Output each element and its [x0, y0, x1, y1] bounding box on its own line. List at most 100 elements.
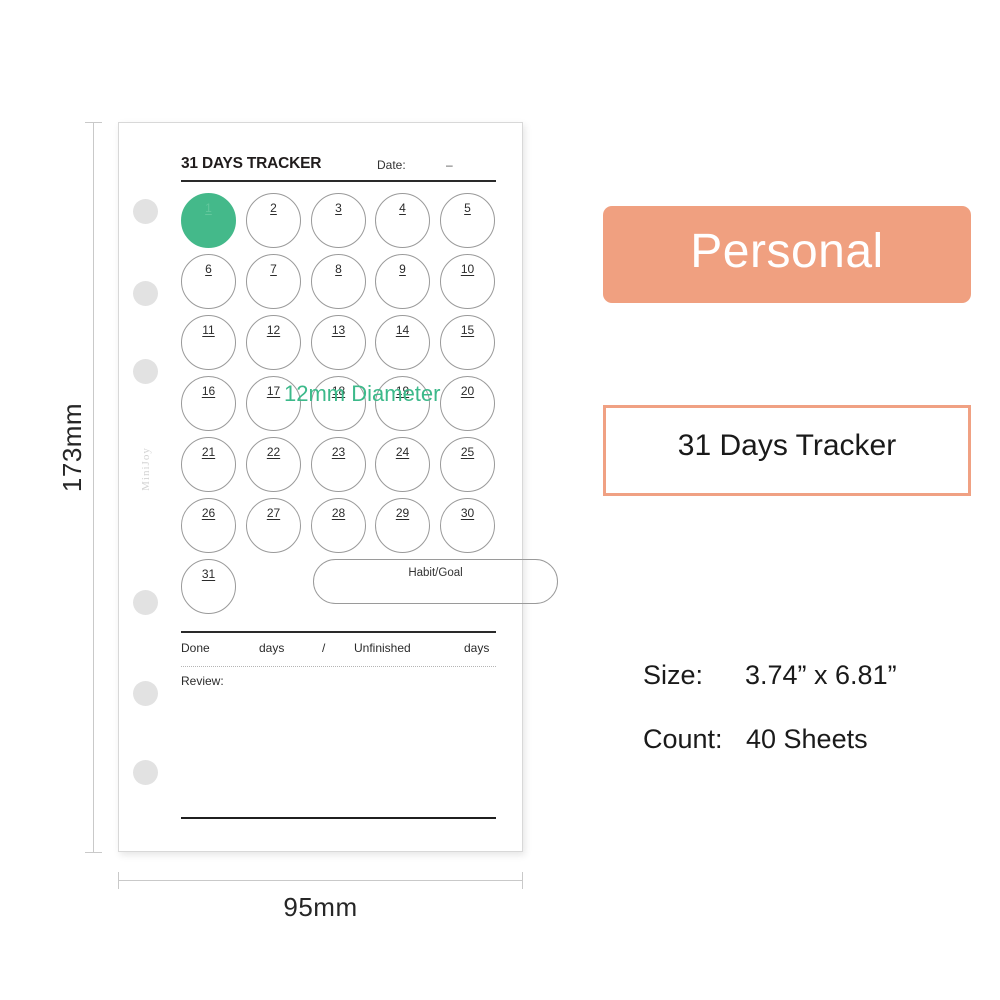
day-number: 12 [266, 323, 281, 337]
diameter-callout: 12mm Diameter [284, 381, 441, 406]
day-circle-13[interactable]: 13 [311, 315, 366, 370]
day-number: 1 [205, 201, 212, 215]
day-number: 5 [464, 201, 471, 215]
day-circle-15[interactable]: 15 [440, 315, 495, 370]
day-circle-6[interactable]: 6 [181, 254, 236, 309]
spec-size-value: 3.74” x 6.81” [745, 660, 897, 690]
day-circle-2[interactable]: 2 [246, 193, 301, 248]
day-circle-3[interactable]: 3 [311, 193, 366, 248]
done-label: Done [181, 641, 210, 655]
day-circle-9[interactable]: 9 [375, 254, 430, 309]
day-circle-8[interactable]: 8 [311, 254, 366, 309]
day-circle-14[interactable]: 14 [375, 315, 430, 370]
habit-goal-label: Habit/Goal [408, 567, 463, 579]
day-number: 10 [460, 262, 475, 276]
spec-size-key: Size: [643, 660, 704, 690]
day-circle-25[interactable]: 25 [440, 437, 495, 492]
summary-rule [181, 631, 496, 633]
date-label: Date: [377, 158, 406, 172]
review-label: Review: [181, 674, 224, 688]
day-number: 6 [205, 262, 212, 276]
brand-watermark: MiniJoy [140, 447, 152, 491]
day-row: 1 2 3 4 5 [181, 193, 496, 254]
day-number: 28 [331, 506, 346, 520]
day-number: 26 [201, 506, 216, 520]
binding-hole [133, 199, 158, 224]
day-number: 3 [335, 201, 342, 215]
day-circle-23[interactable]: 23 [311, 437, 366, 492]
day-circle-21[interactable]: 21 [181, 437, 236, 492]
size-category-badge: Personal [603, 206, 971, 303]
day-circle-4[interactable]: 4 [375, 193, 430, 248]
day-number: 22 [266, 445, 281, 459]
day-number: 4 [399, 201, 406, 215]
spec-list: Size: 3.74” x 6.81” Count: 40 Sheets [643, 660, 973, 788]
height-dimension-line [93, 122, 94, 852]
day-circle-28[interactable]: 28 [311, 498, 366, 553]
day-circle-22[interactable]: 22 [246, 437, 301, 492]
day-circle-31[interactable]: 31 [181, 559, 236, 614]
day-circle-30[interactable]: 30 [440, 498, 495, 553]
day-circle-11[interactable]: 11 [181, 315, 236, 370]
date-dash: – [446, 158, 453, 172]
day-circle-7[interactable]: 7 [246, 254, 301, 309]
binding-hole [133, 359, 158, 384]
day-number: 14 [395, 323, 410, 337]
day-number: 25 [460, 445, 475, 459]
day-circle-12[interactable]: 12 [246, 315, 301, 370]
day-circle-1[interactable]: 1 [181, 193, 236, 248]
day-number: 21 [201, 445, 216, 459]
height-dimension-label: 173mm [57, 402, 88, 493]
done-days-label: days [259, 641, 285, 655]
spec-count-value: 40 Sheets [746, 724, 868, 754]
dotted-divider [181, 666, 496, 667]
bottom-rule [181, 817, 496, 819]
day-circle-26[interactable]: 26 [181, 498, 236, 553]
size-category-label: Personal [690, 225, 884, 278]
day-row: 21 22 23 24 25 [181, 437, 496, 498]
binding-hole [133, 281, 158, 306]
day-number: 30 [460, 506, 475, 520]
day-number: 11 [202, 323, 215, 337]
day-circle-5[interactable]: 5 [440, 193, 495, 248]
day-circle-29[interactable]: 29 [375, 498, 430, 553]
planner-page-preview: MiniJoy 31 DAYS TRACKER Date: – 1 2 3 4 … [118, 122, 558, 852]
day-number: 29 [395, 506, 410, 520]
day-number: 31 [201, 567, 216, 581]
binding-hole [133, 681, 158, 706]
summary-row: Done days / Unfinished days [181, 641, 496, 663]
unfinished-label: Unfinished [354, 641, 411, 655]
day-number: 16 [201, 384, 216, 398]
product-name-label: 31 Days Tracker [677, 429, 897, 462]
day-circle-20[interactable]: 20 [440, 376, 495, 431]
separator-slash: / [322, 641, 326, 655]
day-row: 26 27 28 29 30 [181, 498, 496, 559]
day-circle-16[interactable]: 16 [181, 376, 236, 431]
spec-row-count: Count: 40 Sheets [643, 724, 973, 788]
day-number: 8 [335, 262, 342, 276]
height-dimension-tick-top [85, 122, 102, 123]
page-title: 31 DAYS TRACKER [181, 155, 322, 172]
sheet-header: 31 DAYS TRACKER Date: – [181, 155, 496, 183]
day-circle-27[interactable]: 27 [246, 498, 301, 553]
width-dimension-line [118, 880, 523, 881]
day-row: 6 7 8 9 10 [181, 254, 496, 315]
day-number: 20 [460, 384, 475, 398]
habit-goal-field[interactable]: Habit/Goal [313, 559, 558, 604]
day-number: 7 [270, 262, 277, 276]
day-number: 2 [270, 201, 277, 215]
unfinished-days-label: days [464, 641, 490, 655]
day-circle-24[interactable]: 24 [375, 437, 430, 492]
binding-hole [133, 590, 158, 615]
width-dimension-tick-left [118, 872, 119, 889]
width-dimension-tick-right [522, 872, 523, 889]
height-dimension-tick-bottom [85, 852, 102, 853]
day-circle-10[interactable]: 10 [440, 254, 495, 309]
spec-row-size: Size: 3.74” x 6.81” [643, 660, 973, 724]
binding-hole [133, 760, 158, 785]
day-number: 9 [399, 262, 406, 276]
product-name-box: 31 Days Tracker [603, 405, 971, 496]
day-row: 11 12 13 14 15 [181, 315, 496, 376]
width-dimension-label: 95mm [283, 892, 358, 922]
day-number: 23 [331, 445, 346, 459]
